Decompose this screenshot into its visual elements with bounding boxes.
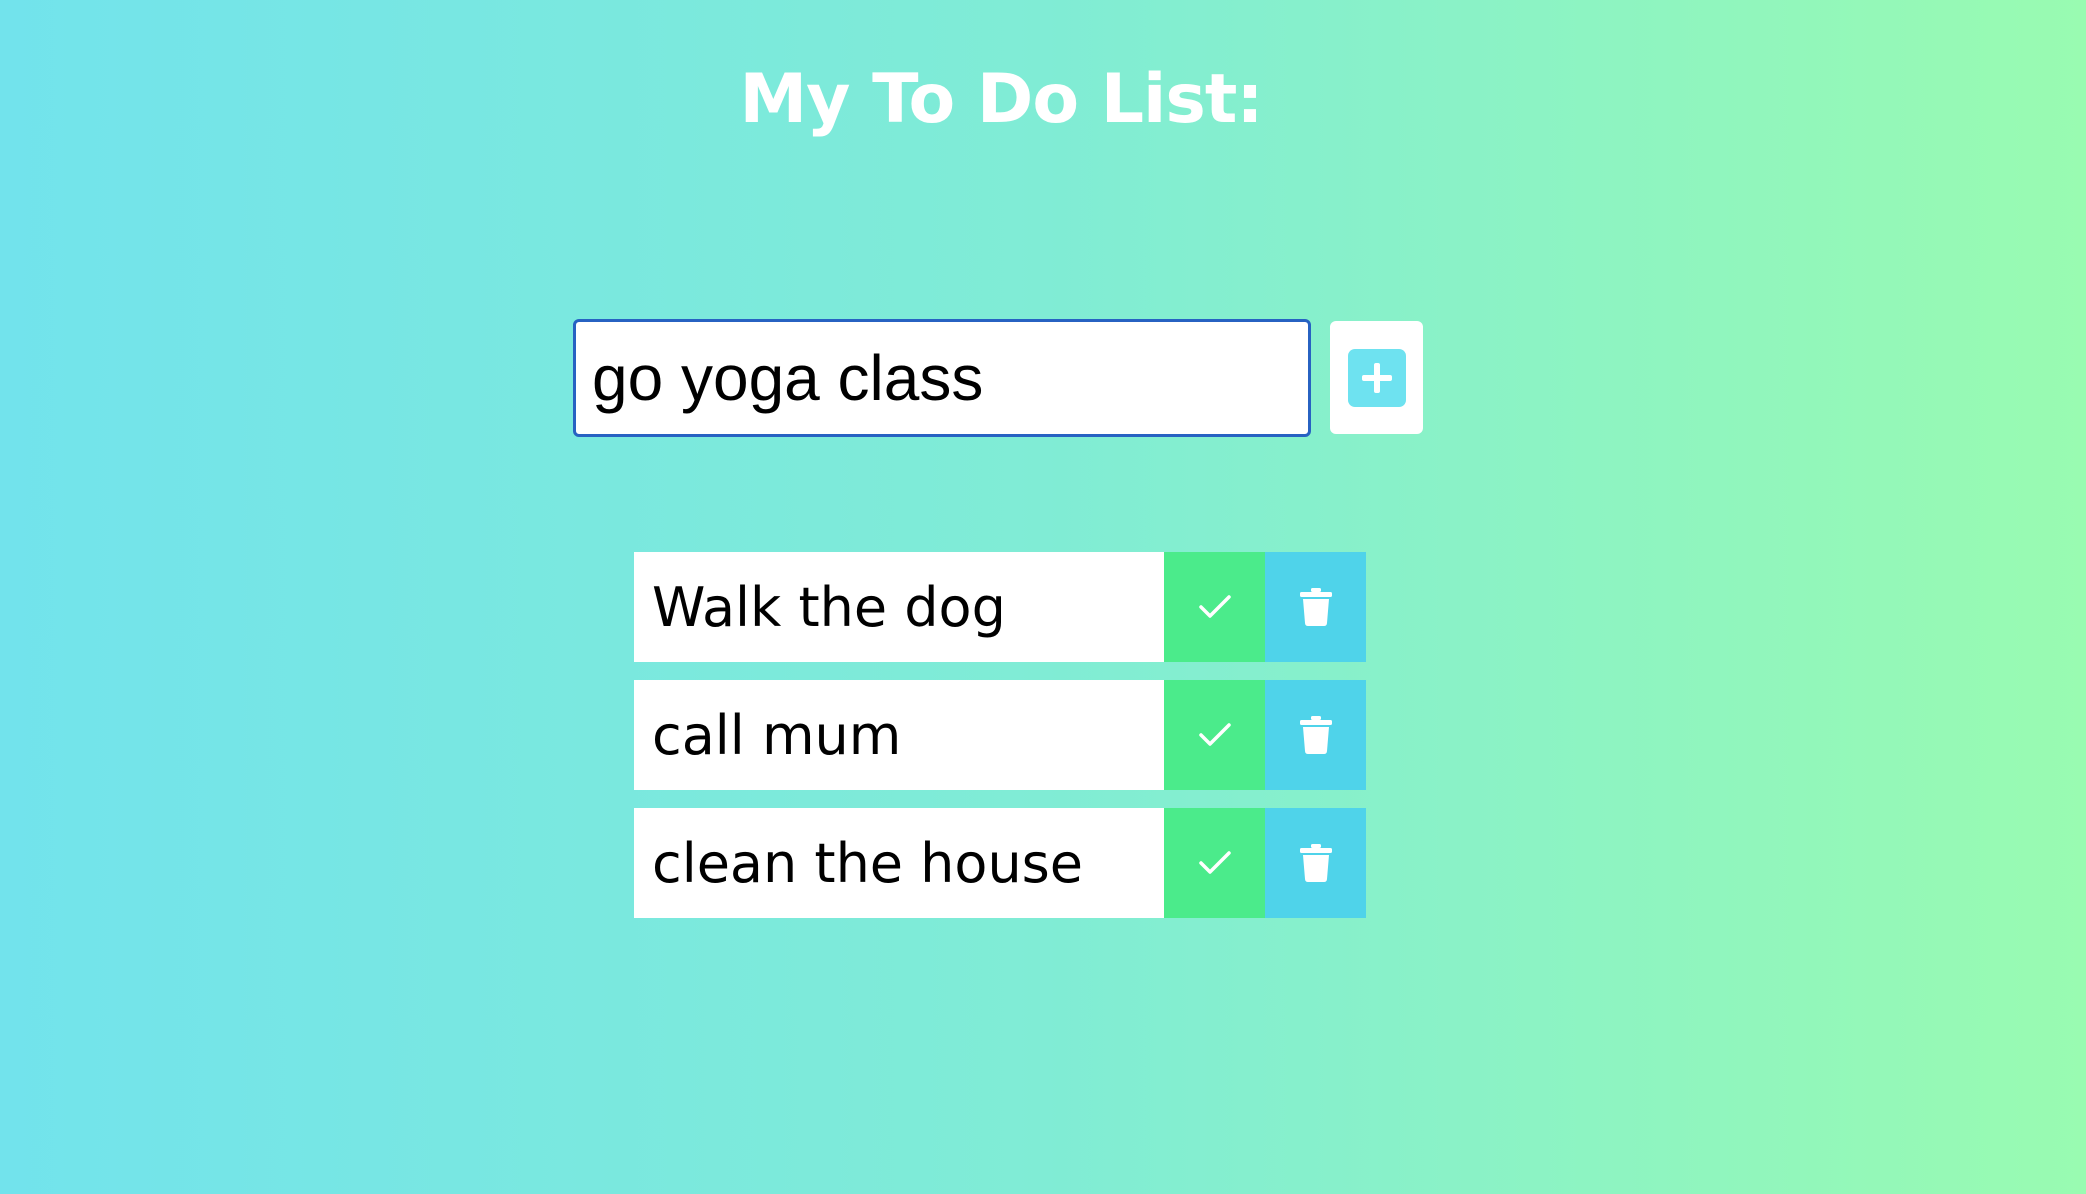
todo-input[interactable]	[573, 319, 1311, 437]
complete-button[interactable]	[1164, 552, 1265, 662]
add-todo-button[interactable]	[1330, 321, 1423, 434]
trash-icon	[1299, 588, 1332, 626]
plus-square-icon	[1347, 348, 1406, 407]
check-icon	[1198, 595, 1231, 618]
todo-item: call mum	[634, 680, 1366, 790]
check-icon	[1198, 851, 1231, 874]
delete-button[interactable]	[1265, 808, 1366, 918]
todo-list: Walk the dog call mum clean the house	[634, 552, 1366, 936]
todo-item: clean the house	[634, 808, 1366, 918]
complete-button[interactable]	[1164, 680, 1265, 790]
todo-item-text: call mum	[634, 680, 1164, 790]
todo-item-text: Walk the dog	[634, 552, 1164, 662]
delete-button[interactable]	[1265, 552, 1366, 662]
todo-item-text: clean the house	[634, 808, 1164, 918]
delete-button[interactable]	[1265, 680, 1366, 790]
complete-button[interactable]	[1164, 808, 1265, 918]
todo-item: Walk the dog	[634, 552, 1366, 662]
check-icon	[1198, 723, 1231, 746]
trash-icon	[1299, 716, 1332, 754]
page-title: My To Do List:	[739, 60, 1263, 139]
trash-icon	[1299, 844, 1332, 882]
